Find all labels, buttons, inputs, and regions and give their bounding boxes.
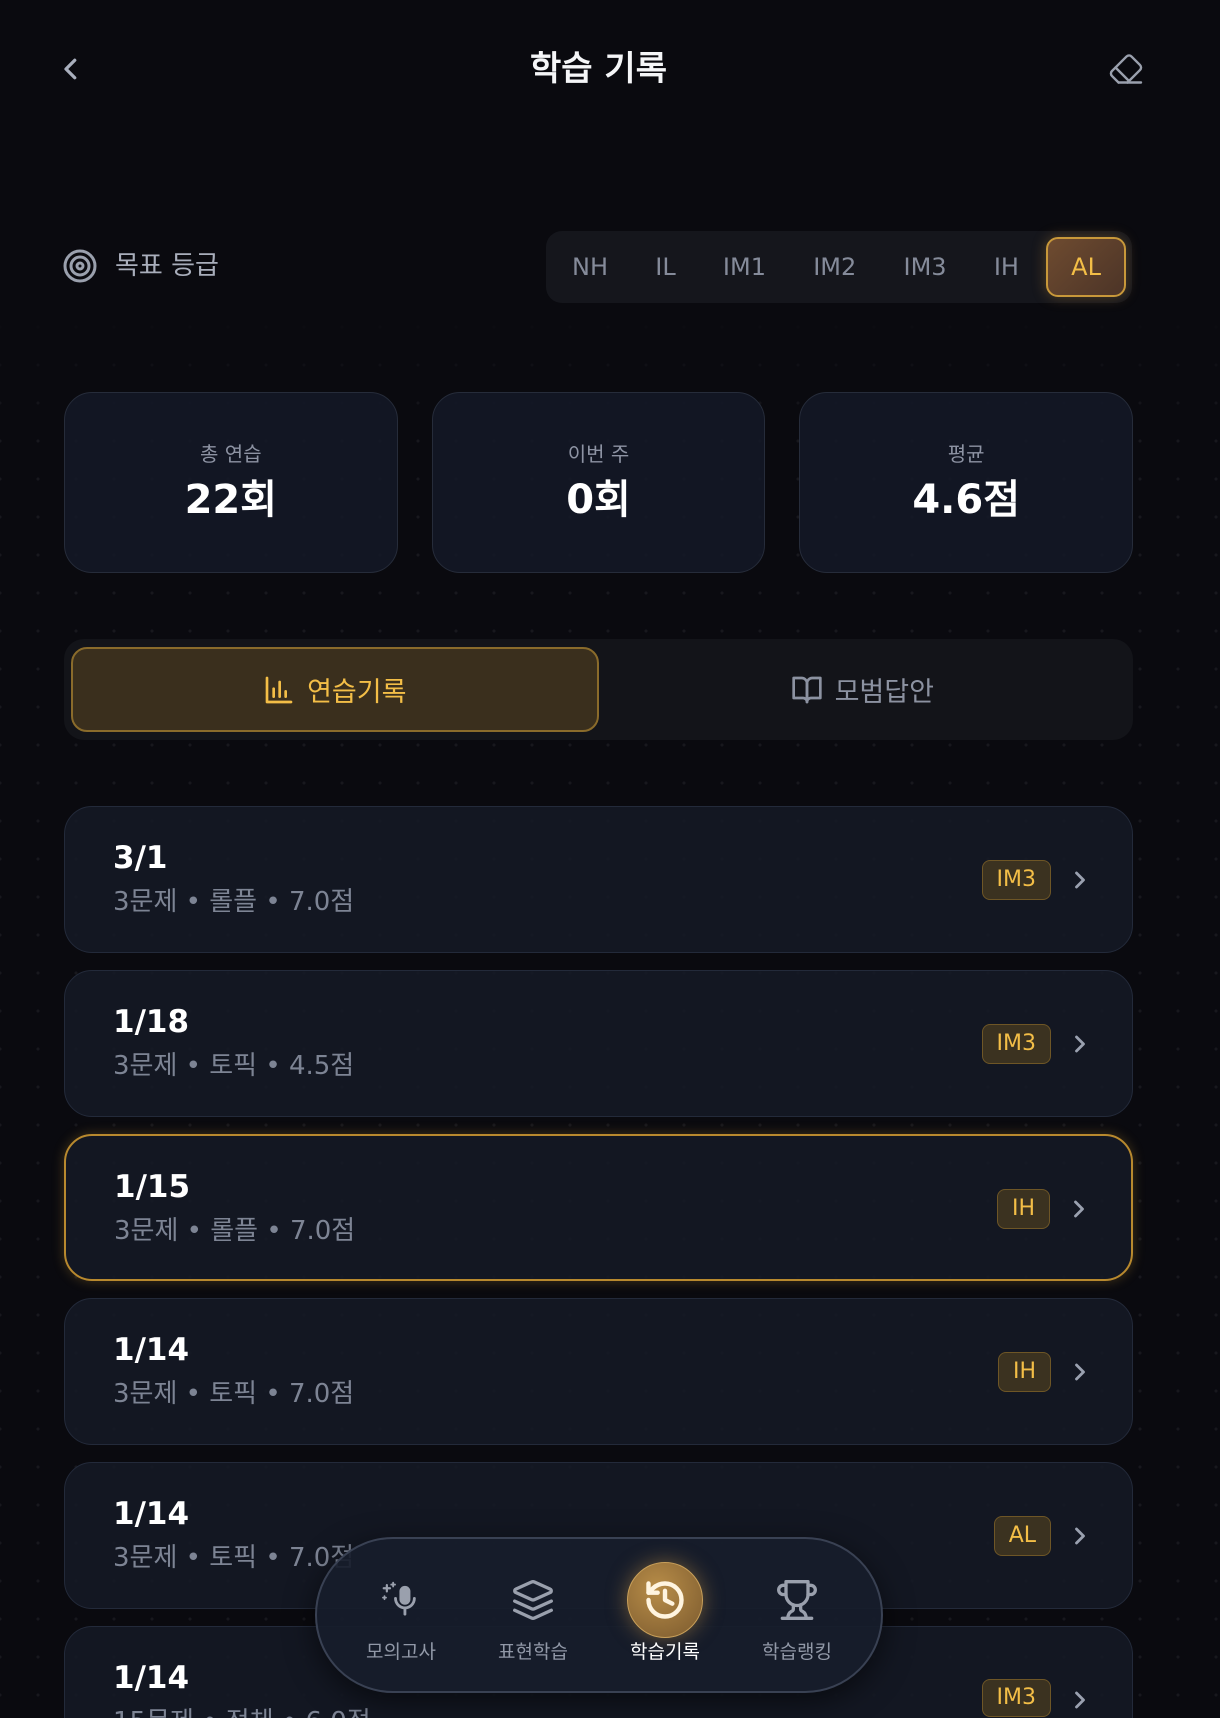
level-option-il[interactable]: IL xyxy=(635,237,695,297)
stat-label: 총 연습 xyxy=(200,442,262,466)
level-option-im2[interactable]: IM2 xyxy=(793,237,876,297)
nav-icon-wrap xyxy=(759,1562,835,1638)
record-date: 1/14 xyxy=(113,1496,190,1532)
nav-icon-wrap xyxy=(363,1562,439,1638)
bottom-navigation: 모의고사 표현학습 학습기록 학습랭킹 xyxy=(315,1537,883,1693)
target-grade-label: 목표 등급 xyxy=(115,251,219,281)
record-date: 1/18 xyxy=(113,1004,190,1040)
level-option-im1[interactable]: IM1 xyxy=(703,237,786,297)
stat-value: 0회 xyxy=(566,477,631,523)
nav-item-expression-study[interactable]: 표현학습 xyxy=(467,1539,599,1691)
nav-label: 학습랭킹 xyxy=(762,1641,832,1663)
chevron-right-icon xyxy=(1075,1691,1085,1709)
page-title: 학습 기록 xyxy=(530,49,667,89)
record-date: 1/14 xyxy=(113,1332,190,1368)
record-date: 1/15 xyxy=(114,1169,191,1205)
app-screen: 학습 기록 목표 등급 NH IL IM1 IM2 IM3 IH AL 총 연습… xyxy=(0,0,1220,1718)
stat-label: 평균 xyxy=(947,442,985,466)
nav-item-mock-exam[interactable]: 모의고사 xyxy=(335,1539,467,1691)
bar-chart-icon xyxy=(265,676,293,703)
record-item[interactable]: 3/1 3문제 • 롤플 • 7.0점 IM3 xyxy=(64,806,1133,953)
chevron-right-icon xyxy=(1075,1363,1085,1381)
level-badge: IM3 xyxy=(981,860,1051,900)
level-badge: AL xyxy=(993,1516,1051,1556)
record-detail: 3문제 • 토픽 • 4.5점 xyxy=(113,1051,355,1081)
level-option-ih[interactable]: IH xyxy=(974,237,1039,297)
level-option-al[interactable]: AL xyxy=(1046,237,1126,297)
record-tabs: 연습기록 모범답안 xyxy=(64,639,1133,740)
tab-practice-records[interactable]: 연습기록 xyxy=(71,647,599,732)
layers-icon xyxy=(513,1580,553,1620)
stat-card-this-week: 이번 주 0회 xyxy=(431,392,766,573)
level-badge: IM3 xyxy=(981,1679,1051,1717)
nav-item-ranking[interactable]: 학습랭킹 xyxy=(731,1539,863,1691)
tab-label: 연습기록 xyxy=(307,677,407,708)
nav-label: 표현학습 xyxy=(498,1641,568,1663)
target-level-selector: NH IL IM1 IM2 IM3 IH AL xyxy=(546,231,1132,303)
tab-model-answers[interactable]: 모범답안 xyxy=(599,647,1127,732)
stats-row: 총 연습 22회 이번 주 0회 평균 4.6점 xyxy=(64,392,1134,573)
book-open-icon xyxy=(791,676,822,703)
chevron-right-icon xyxy=(1075,1035,1085,1053)
nav-label: 학습기록 xyxy=(630,1641,700,1663)
stat-card-average: 평균 4.6점 xyxy=(799,392,1134,573)
nav-icon-wrap xyxy=(627,1562,703,1638)
record-detail: 3문제 • 토픽 • 7.0점 xyxy=(113,1543,355,1573)
level-option-nh[interactable]: NH xyxy=(552,237,628,297)
chevron-right-icon xyxy=(1074,1200,1084,1218)
nav-icon-wrap xyxy=(495,1562,571,1638)
history-icon xyxy=(646,1581,684,1619)
record-detail: 15문제 • 전체 • 6.0점 xyxy=(113,1707,371,1718)
stat-value: 22회 xyxy=(184,477,278,523)
record-detail: 3문제 • 롤플 • 7.0점 xyxy=(113,887,355,917)
record-item-highlighted[interactable]: 1/15 3문제 • 롤플 • 7.0점 IH xyxy=(64,1134,1133,1281)
record-item[interactable]: 1/14 3문제 • 토픽 • 7.0점 IH xyxy=(64,1298,1133,1445)
record-item[interactable]: 1/18 3문제 • 토픽 • 4.5점 IM3 xyxy=(64,970,1133,1117)
record-date: 3/1 xyxy=(113,840,168,876)
nav-item-study-history[interactable]: 학습기록 xyxy=(599,1539,731,1691)
stat-label: 이번 주 xyxy=(567,442,630,466)
level-badge: IM3 xyxy=(981,1024,1051,1064)
microphone-icon xyxy=(382,1581,416,1616)
nav-label: 모의고사 xyxy=(366,1641,436,1663)
clear-records-button[interactable] xyxy=(1105,48,1147,90)
eraser-icon xyxy=(1109,54,1143,84)
trophy-icon xyxy=(777,1580,817,1620)
record-detail: 3문제 • 토픽 • 7.0점 xyxy=(113,1379,355,1409)
record-detail: 3문제 • 롤플 • 7.0점 xyxy=(114,1216,356,1246)
level-option-im3[interactable]: IM3 xyxy=(884,237,967,297)
chevron-right-icon xyxy=(1075,871,1085,889)
record-date: 1/14 xyxy=(113,1660,190,1696)
stat-card-total-practice: 총 연습 22회 xyxy=(64,392,398,573)
target-icon xyxy=(63,249,97,283)
tab-label: 모범답안 xyxy=(834,677,934,708)
chevron-right-icon xyxy=(1075,1527,1085,1545)
level-badge: IH xyxy=(996,1189,1050,1229)
stat-value: 4.6점 xyxy=(912,477,1021,523)
level-badge: IH xyxy=(997,1352,1051,1392)
